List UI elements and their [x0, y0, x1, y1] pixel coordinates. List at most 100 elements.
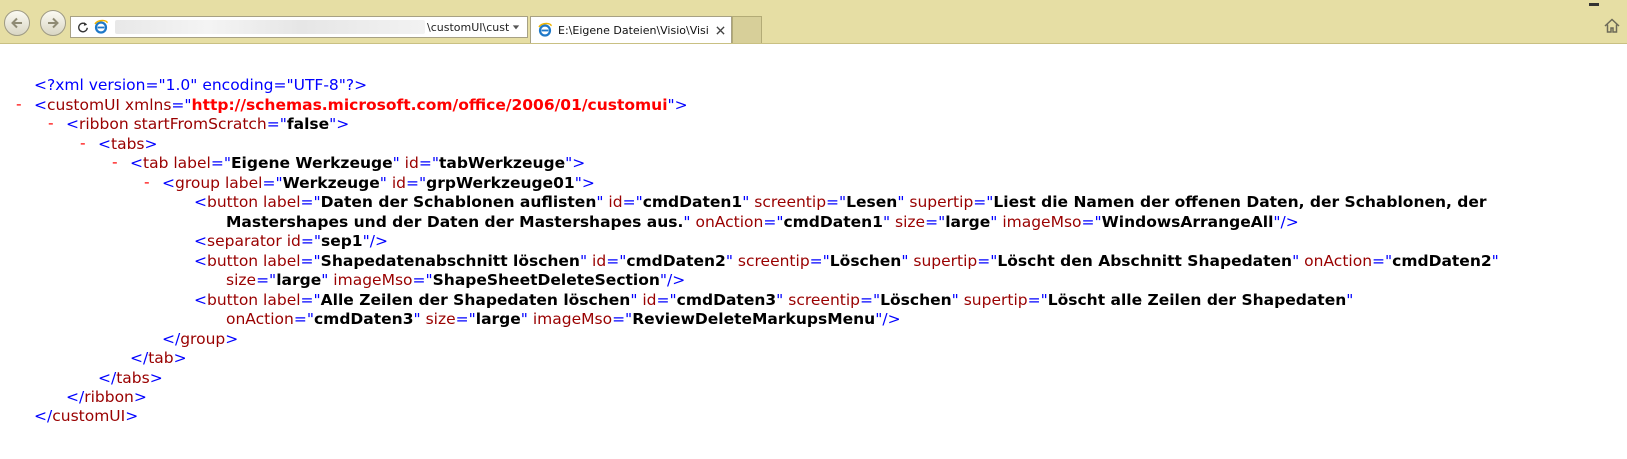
punct: "/>	[875, 310, 901, 328]
attr-name: supertip	[904, 193, 974, 211]
attr-name: label	[258, 291, 301, 309]
attr-value: Lesen	[846, 193, 898, 211]
attr-name: imageMso	[527, 310, 613, 328]
punct: ="	[656, 291, 677, 309]
punct: ">	[565, 154, 586, 172]
punct: ="	[256, 271, 277, 289]
punct: </	[130, 349, 149, 367]
punct: ="	[418, 154, 439, 172]
attr-name: onAction	[1299, 252, 1373, 270]
punct: "	[392, 154, 400, 172]
attr-value: ReviewDeleteMarkupsMenu	[632, 310, 876, 328]
back-button[interactable]	[4, 10, 30, 36]
minimize-icon[interactable]	[1589, 0, 1599, 6]
attr-name: label	[168, 154, 211, 172]
forward-button[interactable]	[40, 10, 66, 36]
chevron-down-icon[interactable]	[511, 22, 521, 32]
punct: ="	[606, 252, 627, 270]
xml-close-ribbon: </ribbon>	[66, 387, 147, 407]
attr-value: large	[945, 213, 991, 231]
punct: ="	[171, 96, 192, 114]
xml-close-tabs: </tabs>	[98, 368, 163, 388]
tag-name: group	[175, 174, 221, 192]
punct: ="	[1081, 213, 1102, 231]
punct: <	[130, 154, 143, 172]
home-icon[interactable]	[1603, 17, 1621, 35]
punct: ="	[293, 310, 314, 328]
punct: <	[162, 174, 175, 192]
attr-value: Shapedatenabschnitt löschen	[320, 252, 580, 270]
attr-name: id	[587, 252, 607, 270]
punct: ="	[809, 252, 830, 270]
xml-element-button-2: <button label="Shapedatenabschnitt lösch…	[194, 251, 1499, 271]
xml-element-button-2-cont: size="large" imageMso="ShapeSheetDeleteS…	[226, 270, 685, 290]
xml-element-customui: <customUI xmlns="http://schemas.microsof…	[34, 95, 688, 115]
xml-close-customui: </customUI>	[34, 406, 138, 426]
tag-name: tab	[148, 349, 174, 367]
punct: ="	[300, 232, 321, 250]
attr-name: xmlns	[120, 96, 172, 114]
attr-value: Löscht den Abschnitt Shapedaten	[997, 252, 1293, 270]
collapse-toggle[interactable]: -	[16, 95, 22, 113]
punct: "/>	[1273, 213, 1299, 231]
attr-value: large	[276, 271, 322, 289]
collapse-toggle[interactable]: -	[80, 134, 86, 152]
punct: "	[520, 310, 528, 328]
xml-element-tabs: <tabs>	[98, 134, 158, 154]
punct: </	[66, 388, 85, 406]
attr-name: onAction	[226, 310, 294, 328]
punct: ="	[300, 291, 321, 309]
punct: ">	[574, 174, 595, 192]
xml-decl-text: <?xml version="1.0" encoding="UTF-8"?>	[34, 76, 368, 94]
tab-title: E:\Eigene Dateien\Visio\Visi...	[558, 23, 710, 37]
punct: ="	[1372, 252, 1393, 270]
punct: <	[98, 135, 111, 153]
punct: </	[98, 369, 117, 387]
back-arrow-icon	[11, 17, 22, 29]
browser-toolbar: \customUI\custo E:\Eigene Dateien\Visio\…	[0, 0, 1627, 44]
tag-name: tabs	[111, 135, 145, 153]
collapse-toggle[interactable]: -	[112, 153, 118, 171]
refresh-icon[interactable]	[75, 19, 91, 35]
attr-value: cmdDaten2	[626, 252, 726, 270]
collapse-toggle[interactable]: -	[48, 114, 54, 132]
punct: "/>	[362, 232, 388, 250]
attr-value: Liest die Namen der offenen Daten, der S…	[993, 193, 1487, 211]
punct: ="	[925, 213, 946, 231]
punct: "	[1346, 291, 1354, 309]
tag-name: separator	[207, 232, 282, 250]
punct: "	[725, 252, 733, 270]
attr-value: cmdDaten1	[783, 213, 883, 231]
attr-value: Werkzeuge	[282, 174, 380, 192]
attr-value: ShapeSheetDeleteSection	[432, 271, 660, 289]
punct: "	[1491, 252, 1499, 270]
punct: ="	[860, 291, 881, 309]
punct: "	[951, 291, 959, 309]
punct: ">	[667, 96, 688, 114]
tag-name: button	[207, 252, 259, 270]
close-icon[interactable]	[714, 24, 726, 36]
attr-name: label	[258, 193, 301, 211]
ie-page-icon	[93, 19, 109, 35]
attr-name: size	[420, 310, 456, 328]
attr-value: Daten der Schablonen auflisten	[320, 193, 597, 211]
attr-name: screentip	[732, 252, 810, 270]
xml-element-button-3-cont: onAction="cmdDaten3" size="large" imageM…	[226, 309, 901, 329]
xml-element-button-1: <button label="Daten der Schablonen aufl…	[194, 192, 1487, 212]
blurred-address-text	[115, 20, 425, 34]
collapse-toggle[interactable]: -	[144, 173, 150, 191]
tag-name: customUI	[52, 407, 126, 425]
punct: "	[379, 174, 387, 192]
address-bar[interactable]: \customUI\custo	[70, 16, 528, 38]
attr-name: id	[603, 193, 623, 211]
new-tab-button[interactable]	[732, 16, 762, 43]
attr-value: cmdDaten3	[313, 310, 414, 328]
punct: ="	[622, 193, 643, 211]
attr-value: Eigene Werkzeuge	[230, 154, 393, 172]
punct: ="	[300, 252, 321, 270]
tab-active[interactable]: E:\Eigene Dateien\Visio\Visi...	[530, 16, 732, 43]
attr-name: imageMso	[997, 213, 1082, 231]
xml-element-ribbon: <ribbon startFromScratch="false">	[66, 114, 349, 134]
punct: ="	[210, 154, 231, 172]
punct: ="	[1027, 291, 1048, 309]
